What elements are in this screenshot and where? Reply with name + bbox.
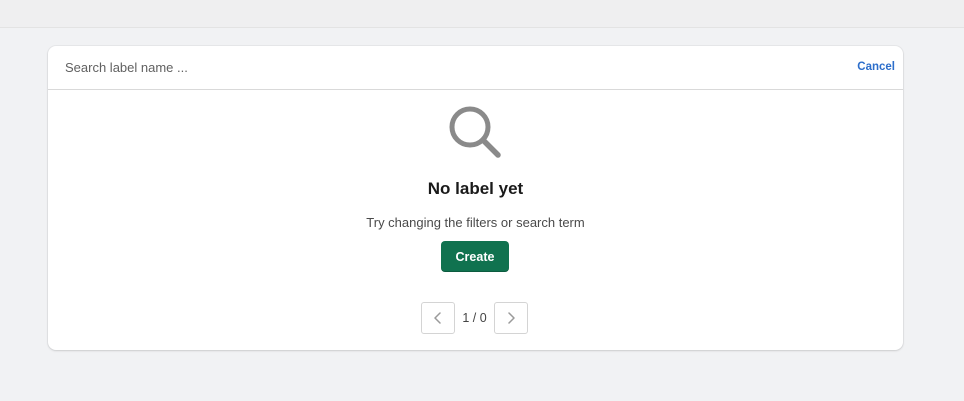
search-icon bbox=[449, 106, 501, 158]
chevron-left-icon bbox=[434, 312, 441, 324]
pagination: 1 / 0 bbox=[421, 302, 528, 334]
empty-title: No label yet bbox=[427, 179, 524, 198]
search-bar: Cancel bbox=[48, 46, 903, 90]
top-bar bbox=[0, 0, 964, 28]
create-button[interactable]: Create bbox=[441, 241, 509, 272]
chevron-right-icon bbox=[508, 312, 515, 324]
next-page-button[interactable] bbox=[494, 302, 528, 334]
cancel-button[interactable]: Cancel bbox=[857, 61, 895, 73]
empty-description: Try changing the filters or search term bbox=[366, 215, 585, 230]
label-picker-card: Cancel No label yet Try changing the fil… bbox=[48, 46, 903, 350]
previous-page-button[interactable] bbox=[421, 302, 455, 334]
page-indicator: 1 / 0 bbox=[462, 311, 487, 325]
search-input[interactable] bbox=[48, 46, 828, 89]
